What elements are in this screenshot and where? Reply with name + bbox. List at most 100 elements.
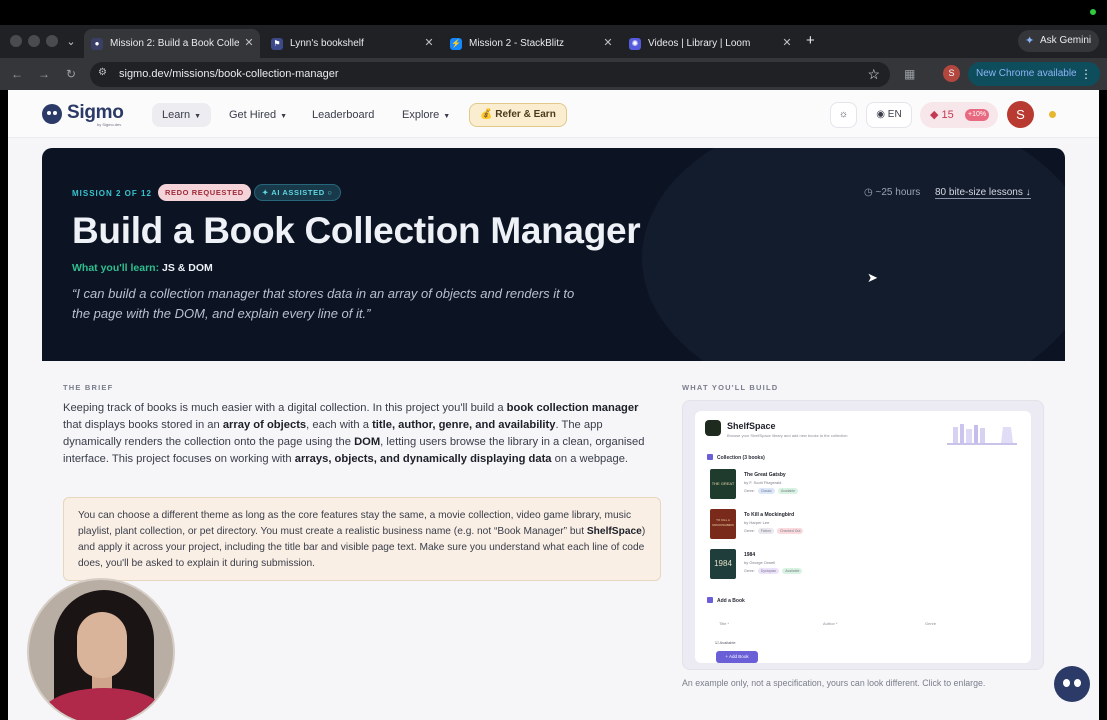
chevron-down-icon: ▼: [443, 113, 451, 120]
available-label: Available: [719, 640, 736, 645]
browser-tab-bookshelf[interactable]: ⚑ Lynn's bookshelf ✕: [264, 29, 440, 58]
book-tags: Genre: Fiction Checked Out: [744, 528, 804, 534]
preview-author-field: Author *: [823, 621, 838, 626]
browser-profile-avatar[interactable]: S: [943, 65, 960, 82]
note-text-part: You can choose a different theme as long…: [78, 510, 632, 537]
language-label: EN: [887, 109, 902, 120]
status-tag: Available: [782, 568, 803, 574]
maximize-window-button[interactable]: [46, 35, 58, 47]
ai-assisted-badge[interactable]: ✦ AI ASSISTED ○: [254, 184, 341, 201]
browser-menu-icon[interactable]: ⋮: [1080, 62, 1092, 86]
close-window-button[interactable]: [10, 35, 22, 47]
new-tab-button[interactable]: +: [806, 33, 815, 49]
language-button[interactable]: ◉ EN: [866, 102, 912, 128]
book-title: The Great Gatsby: [744, 472, 786, 478]
bookshelf-icon: [947, 424, 1017, 445]
hours-text: ~25 hours: [875, 187, 921, 198]
back-arrow-icon[interactable]: ←: [9, 66, 25, 82]
tab-title: Mission 2: Build a Book Colle: [110, 38, 240, 49]
site-logo[interactable]: Sigmo: [67, 102, 124, 124]
status-tag: Available: [777, 488, 799, 494]
recording-indicator: [1090, 9, 1096, 15]
ai-badge-label: AI ASSISTED: [271, 188, 325, 197]
tab-search-button[interactable]: ⌄: [62, 33, 80, 51]
lessons-link[interactable]: 80 bite-size lessons ↓: [935, 187, 1031, 199]
close-tab-icon[interactable]: ✕: [601, 29, 615, 58]
streak-bonus-badge: +10%: [965, 109, 990, 121]
bookmark-star-icon[interactable]: ☆: [867, 65, 880, 83]
nav-learn[interactable]: Learn ▼: [152, 103, 212, 127]
mission-hero: MISSION 2 OF 12 REDO REQUESTED ✦ AI ASSI…: [42, 148, 1065, 361]
url-text: sigmo.dev/missions/book-collection-manag…: [119, 68, 339, 80]
nav-explore[interactable]: Explore ▼: [392, 103, 460, 127]
browser-tab-loom[interactable]: ✺ Videos | Library | Loom ✕: [622, 29, 798, 58]
preview-book-row: TO KILL A MOCKINGBIRD To Kill a Mockingb…: [705, 509, 1021, 542]
hero-glow: [642, 148, 1065, 361]
brief-text: Keeping track of books is much easier wi…: [63, 400, 655, 468]
clock-icon: ◷: [864, 187, 873, 198]
brief-bold: DOM: [354, 436, 381, 448]
learn-topics: What you'll learn: JS & DOM: [72, 262, 213, 274]
preview-title-field: Title *: [719, 621, 730, 626]
webcam-bubble[interactable]: [27, 578, 175, 720]
money-bag-icon: 💰: [480, 109, 493, 120]
duration-estimate: ◷ ~25 hours: [864, 187, 920, 198]
minimize-window-button[interactable]: [28, 35, 40, 47]
example-preview-image[interactable]: ShelfSpace Browse your ShelfSpace librar…: [682, 400, 1044, 670]
streak-counter[interactable]: ◆ 15 +10%: [920, 102, 998, 128]
book-author: by F. Scott Fitzgerald: [744, 480, 782, 485]
theme-toggle-button[interactable]: ☼: [830, 102, 857, 128]
book-title: 1984: [744, 552, 756, 558]
ask-gemini-button[interactable]: ✦ Ask Gemini: [1018, 30, 1100, 52]
ask-gemini-label: Ask Gemini: [1040, 35, 1092, 46]
logo-subtitle: by Sigmo.dev: [97, 122, 122, 127]
bolt-icon: ⚡: [450, 38, 462, 50]
close-tab-icon[interactable]: ✕: [242, 29, 256, 58]
new-chrome-available-button[interactable]: New Chrome available ⋮: [968, 62, 1100, 86]
note-bold: ShelfSpace: [586, 526, 642, 537]
nav-get-hired[interactable]: Get Hired ▼: [219, 103, 297, 127]
extensions-icon[interactable]: ▦: [904, 66, 915, 82]
refer-label: Refer & Earn: [495, 109, 556, 120]
preview-add-label: Add a Book: [707, 597, 745, 604]
address-bar[interactable]: ⚙ sigmo.dev/missions/book-collection-man…: [90, 62, 890, 87]
preview-collection-label: Collection (3 books): [707, 454, 765, 461]
browser-toolbar: ← → ↻ ⚙ sigmo.dev/missions/book-collecti…: [0, 58, 1107, 90]
page-title: Build a Book Collection Manager: [72, 210, 641, 251]
brief-text-part: , each with a: [306, 419, 369, 431]
refer-earn-button[interactable]: 💰 Refer & Earn: [469, 103, 567, 127]
genre-label: Genre:: [744, 569, 755, 573]
genre-label: Genre:: [744, 529, 755, 533]
book-cover: TO KILL A MOCKINGBIRD: [710, 509, 736, 539]
learn-label: What you'll learn:: [72, 262, 160, 274]
brief-text-part: on a webpage.: [554, 453, 629, 465]
sigmo-logo-icon[interactable]: [42, 104, 62, 124]
assistant-bot-icon[interactable]: [1054, 666, 1090, 702]
tab-title: Lynn's bookshelf: [290, 38, 364, 49]
page-content: Sigmo by Sigmo.dev Learn ▼ Get Hired ▼ Lea…: [8, 90, 1099, 720]
brief-bold: title, author, genre, and availability: [372, 419, 556, 431]
book-title: To Kill a Mockingbird: [744, 512, 795, 518]
status-dot: [1049, 111, 1056, 118]
close-tab-icon[interactable]: ✕: [780, 29, 794, 58]
preview-add-button: + Add Book: [716, 651, 758, 663]
browser-tab-mission[interactable]: ● Mission 2: Build a Book Colle ✕: [84, 29, 260, 58]
close-tab-icon[interactable]: ✕: [422, 29, 436, 58]
preview-book-row: 1984 1984 by George Orwell Genre: Dystop…: [705, 549, 1021, 582]
nav-leaderboard[interactable]: Leaderboard: [302, 103, 384, 127]
book-author: by George Orwell: [744, 560, 776, 565]
reload-icon[interactable]: ↻: [63, 66, 79, 82]
forward-arrow-icon[interactable]: →: [36, 66, 52, 82]
book-tags: Genre: Classic Available: [744, 488, 799, 494]
brief-bold: array of objects: [222, 419, 307, 431]
site-settings-icon[interactable]: ⚙: [98, 67, 107, 78]
mouse-cursor-icon: ➤: [867, 270, 878, 285]
brief-text-part: Keeping track of books is much easier wi…: [63, 402, 504, 414]
browser-tab-stackblitz[interactable]: ⚡ Mission 2 - StackBlitz ✕: [443, 29, 619, 58]
user-avatar[interactable]: S: [1007, 101, 1034, 128]
brief-bold: arrays, objects, and dynamically display…: [294, 453, 552, 465]
tab-title: Mission 2 - StackBlitz: [469, 38, 565, 49]
info-icon: ○: [327, 188, 333, 197]
chevron-down-icon: ▼: [280, 113, 288, 120]
sparkle-icon: ✦: [262, 188, 269, 197]
